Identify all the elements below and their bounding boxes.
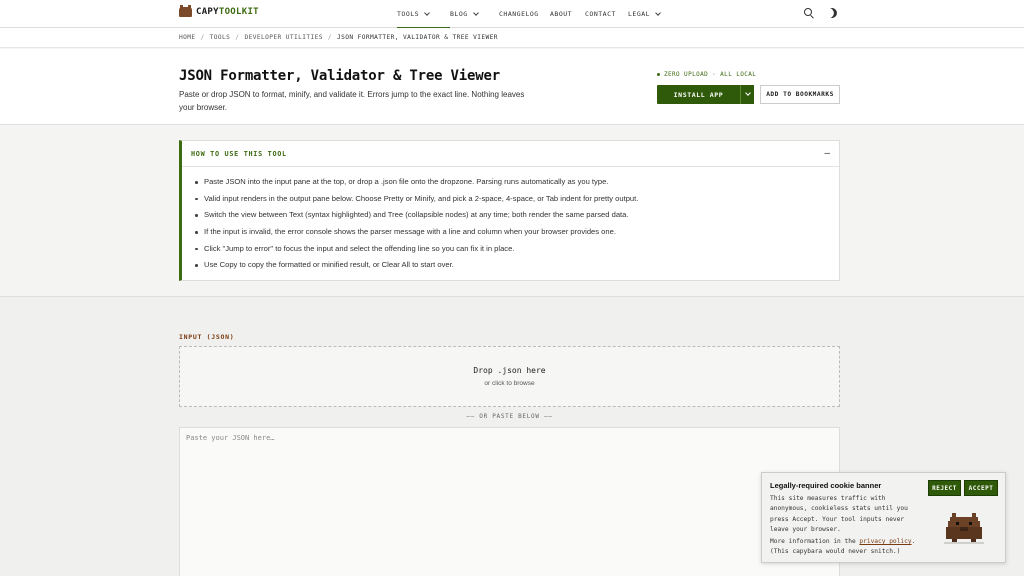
reject-cookies-button[interactable]: REJECT (928, 480, 961, 496)
status-dot-icon (657, 73, 660, 76)
how-to-steps: Paste JSON into the input pane at the to… (182, 167, 839, 277)
chevron-down-icon (472, 9, 479, 16)
how-to-header[interactable]: HOW TO USE THIS TOOL – (182, 141, 839, 167)
cookie-more-info: More information in the privacy policy. … (770, 538, 916, 556)
cookie-title: Legally-required cookie banner (770, 481, 882, 490)
dropzone-subtitle: or click to browse (484, 380, 535, 387)
main-nav: TOOLS BLOG CHANGELOG ABOUT CONTACT LEGAL (397, 0, 668, 29)
capybara-mascot-icon (944, 513, 984, 544)
collapse-icon[interactable]: – (824, 148, 830, 159)
brand-logo[interactable]: CAPYTOOLKIT (179, 5, 259, 17)
chevron-down-icon (744, 90, 751, 96)
chevron-down-icon (655, 9, 661, 16)
install-app-button[interactable]: INSTALL APP (657, 85, 740, 104)
privacy-policy-link[interactable]: privacy policy (859, 538, 911, 545)
page-title: JSON Formatter, Validator & Tree Viewer (179, 68, 500, 84)
list-item: If the input is invalid, the error conso… (195, 227, 839, 244)
how-to-title: HOW TO USE THIS TOOL (191, 150, 287, 158)
paste-divider: —— OR PASTE BELOW —— (466, 413, 553, 420)
install-options-button[interactable] (740, 85, 754, 104)
nav-item-contact[interactable]: CONTACT (585, 0, 628, 28)
dark-mode-icon[interactable] (826, 7, 839, 20)
breadcrumb: HOME / TOOLS / DEVELOPER UTILITIES / JSON F… (179, 34, 498, 41)
add-to-bookmarks-button[interactable]: ADD TO BOOKMARKS (760, 85, 840, 104)
page-description: Paste or drop JSON to format, minify, an… (179, 90, 525, 112)
list-item: Click "Jump to error" to focus the input… (195, 244, 839, 261)
top-nav: CAPYTOOLKIT TOOLS BLOG CHANGELOG ABOUT C… (0, 0, 1024, 29)
list-item: Paste JSON into the input pane at the to… (195, 177, 839, 194)
input-label: INPUT (JSON) (179, 333, 235, 341)
breadcrumb-home[interactable]: HOME (179, 34, 196, 41)
nav-item-about[interactable]: ABOUT (550, 0, 585, 28)
accept-cookies-button[interactable]: ACCEPT (964, 480, 998, 496)
nav-item-blog[interactable]: BLOG (450, 0, 499, 28)
list-item: Valid input renders in the output pane b… (195, 194, 839, 211)
nav-item-tools[interactable]: TOOLS (397, 0, 450, 29)
chevron-down-icon (424, 9, 430, 16)
breadcrumb-tools[interactable]: TOOLS (210, 34, 231, 41)
capybara-logo-icon (179, 5, 192, 17)
search-icon[interactable] (804, 8, 814, 18)
nav-item-changelog[interactable]: CHANGELOG (499, 0, 550, 28)
cookie-body: This site measures traffic with anonymou… (770, 495, 908, 533)
privacy-note: ZERO UPLOAD · ALL LOCAL (657, 71, 756, 78)
list-item: Switch the view between Text (syntax hig… (195, 210, 839, 227)
json-editor (179, 427, 840, 576)
cookie-banner: Legally-required cookie banner This site… (761, 472, 1006, 563)
nav-item-legal[interactable]: LEGAL (628, 0, 668, 28)
how-to-panel: HOW TO USE THIS TOOL – Paste JSON into t… (179, 140, 840, 281)
breadcrumb-current: JSON FORMATTER, VALIDATOR & TREE VIEWER (336, 34, 498, 41)
page-header: JSON Formatter, Validator & Tree Viewer … (0, 49, 1024, 125)
json-dropzone[interactable]: Drop .json here or click to browse (179, 346, 840, 407)
dropzone-title: Drop .json here (473, 366, 546, 375)
install-app-group: INSTALL APP (657, 85, 754, 104)
list-item: Use Copy to copy the formatted or minifi… (195, 260, 839, 277)
breadcrumb-developer-utilities[interactable]: DEVELOPER UTILITIES (244, 34, 322, 41)
json-input[interactable] (180, 428, 839, 576)
